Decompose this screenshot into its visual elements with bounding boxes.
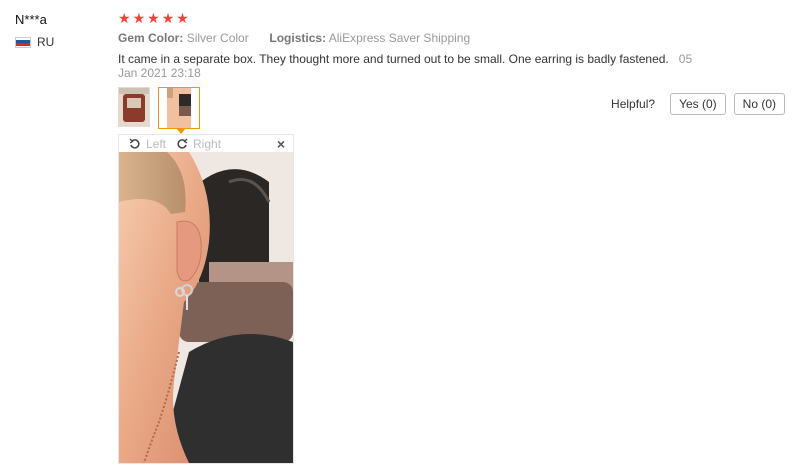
- country-code: RU: [37, 35, 55, 49]
- review-attributes: Gem Color: Silver Color Logistics: AliEx…: [118, 31, 788, 45]
- attribute-value: Silver Color: [186, 31, 249, 45]
- star-icon: ★: [147, 10, 160, 26]
- image-viewer: Left Right ×: [118, 134, 294, 464]
- review-photo: [119, 152, 293, 463]
- viewer-toolbar: Left Right ×: [119, 135, 293, 153]
- russia-flag-icon: [15, 36, 31, 48]
- review-thumbnails: [118, 87, 200, 129]
- rotate-left-icon: [129, 138, 140, 149]
- review-thumbnail-active[interactable]: [158, 87, 200, 129]
- star-rating: ★ ★ ★ ★ ★: [118, 10, 788, 26]
- star-icon: ★: [176, 10, 189, 26]
- attribute-label: Logistics:: [269, 31, 327, 45]
- review-content: It came in a separate box. They thought …: [118, 52, 669, 66]
- review-text: It came in a separate box. They thought …: [118, 52, 708, 80]
- helpful-section: Helpful? Yes (0) No (0): [611, 93, 785, 115]
- star-icon: ★: [118, 10, 131, 26]
- star-icon: ★: [161, 10, 175, 26]
- reviewer-info: N***a RU: [15, 12, 54, 49]
- rotate-right-icon: [177, 138, 188, 149]
- helpful-no-button[interactable]: No (0): [733, 93, 785, 115]
- star-icon: ★: [132, 10, 146, 26]
- attribute-value: AliExpress Saver Shipping: [328, 31, 471, 45]
- reviewer-country: RU: [15, 35, 54, 49]
- attribute-label: Gem Color:: [118, 31, 184, 45]
- close-icon[interactable]: ×: [277, 136, 285, 152]
- review-thumbnail[interactable]: [118, 87, 150, 127]
- helpful-question: Helpful?: [611, 97, 656, 111]
- review-body: ★ ★ ★ ★ ★ Gem Color: Silver Color Logist…: [118, 10, 788, 80]
- rotate-left-button[interactable]: Left: [129, 137, 166, 151]
- rotate-right-button[interactable]: Right: [176, 137, 221, 151]
- helpful-yes-button[interactable]: Yes (0): [670, 93, 726, 115]
- reviewer-name: N***a: [15, 12, 47, 27]
- rotate-right-label: Right: [193, 137, 222, 151]
- rotate-left-label: Left: [146, 137, 167, 151]
